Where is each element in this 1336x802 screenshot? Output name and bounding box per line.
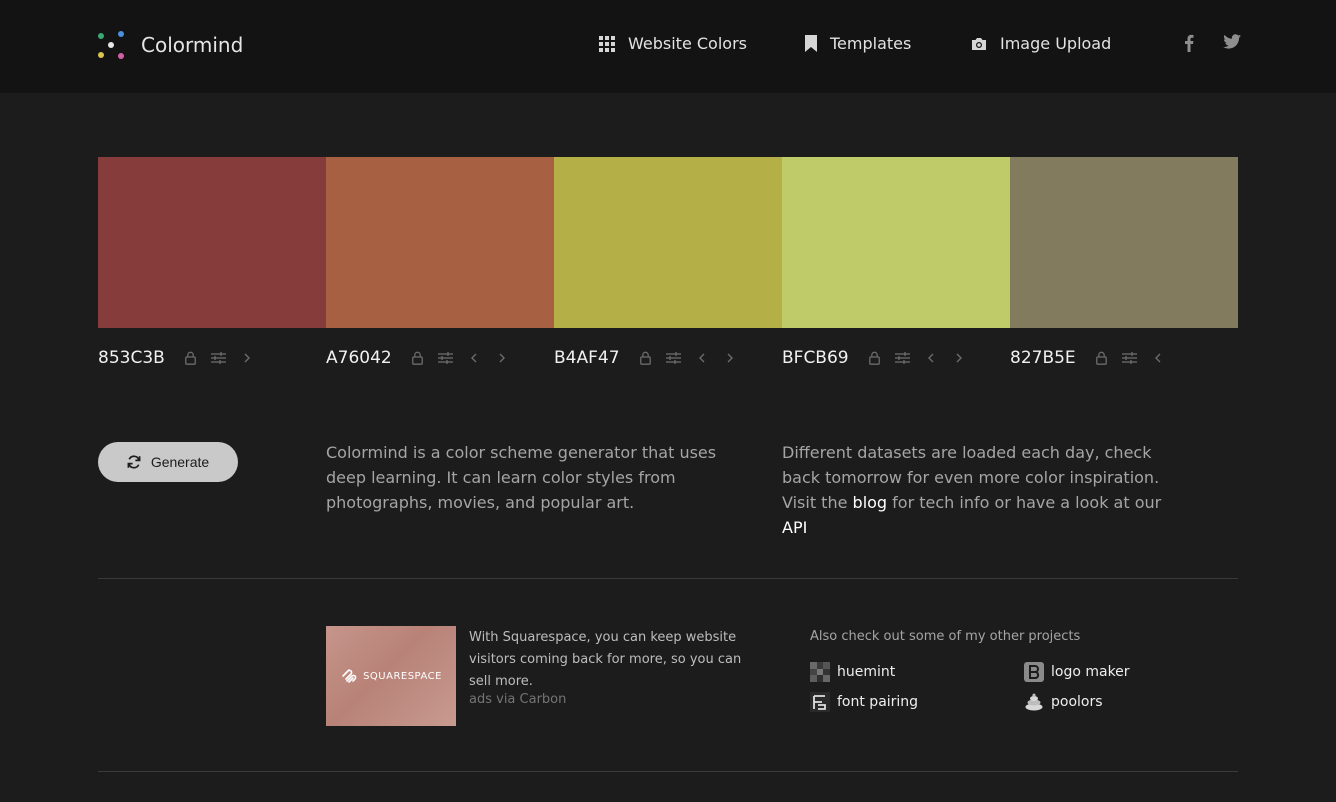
nav-image-upload[interactable]: Image Upload [971,34,1111,53]
color-swatch-3[interactable] [554,157,782,328]
lock-button[interactable] [177,348,205,368]
twitter-link[interactable] [1223,34,1241,54]
chevron-right-icon [956,353,962,363]
nav-templates[interactable]: Templates [805,34,911,53]
lock-icon [869,351,880,365]
color-swatch-2[interactable] [326,157,554,328]
lock-icon [412,351,424,365]
swatch-controls-1: 853C3B [98,345,261,371]
refresh-icon [127,455,141,469]
move-right-button[interactable] [716,348,744,368]
lock-button[interactable] [632,348,660,368]
poolors-icon [1024,692,1044,712]
chevron-right-icon [727,353,733,363]
sliders-icon [211,352,227,364]
lock-button[interactable] [861,348,889,368]
move-right-button[interactable] [488,348,516,368]
project-label: poolors [1051,694,1103,710]
project-label: huemint [837,664,896,680]
adjust-button[interactable] [660,348,688,368]
project-poolors[interactable]: poolors [1024,692,1103,712]
project-label: font pairing [837,694,919,710]
sliders-icon [438,352,454,364]
generate-button[interactable]: Generate [98,442,238,482]
bookmark-icon [805,35,817,52]
top-navigation-bar: Colormind Website Colors Templates Image… [0,0,1336,93]
datasets-text-middle: for tech info or have a look at our [887,493,1162,512]
squarespace-logo-icon [342,669,357,683]
color-swatch-4[interactable] [782,157,1010,328]
swatch-controls-4: BFCB69 [782,345,973,371]
swatch-controls-2: A76042 [326,345,516,371]
other-projects-title: Also check out some of my other projects [810,629,1081,644]
adjust-button[interactable] [889,348,917,368]
brand-logo[interactable]: Colormind [98,31,243,59]
move-right-button[interactable] [233,348,261,368]
nav-label: Templates [830,34,912,53]
adjust-button[interactable] [432,348,460,368]
project-label: logo maker [1051,664,1130,680]
twitter-icon [1223,34,1241,49]
chevron-left-icon [698,353,705,363]
color-swatch-1[interactable] [98,157,326,328]
camera-icon [972,37,986,50]
datasets-description: Different datasets are loaded each day, … [782,440,1182,540]
color-swatch-5[interactable] [1010,157,1238,328]
ad-brand: SQUARESPACE [340,669,442,683]
grid-icon [599,35,615,52]
api-link[interactable]: API [782,518,807,537]
divider [98,578,1238,579]
divider [98,771,1238,772]
ad-brand-text: SQUARESPACE [363,670,442,682]
chevron-left-icon [1154,353,1161,363]
adjust-button[interactable] [205,348,233,368]
hex-value[interactable]: 853C3B [98,348,165,368]
generate-label: Generate [150,454,210,470]
ad-text[interactable]: With Squarespace, you can keep website v… [469,627,749,693]
intro-description: Colormind is a color scheme generator th… [326,443,717,512]
ad-image[interactable]: SQUARESPACE [326,626,456,726]
move-left-button[interactable] [688,348,716,368]
lock-button[interactable] [1088,348,1116,368]
move-right-button[interactable] [945,348,973,368]
huemint-icon [810,662,830,682]
chevron-left-icon [927,353,934,363]
lock-icon [1096,351,1108,365]
sliders-icon [895,352,911,364]
blog-link[interactable]: blog [853,493,888,512]
chevron-right-icon [244,353,250,363]
facebook-link[interactable] [1184,34,1194,56]
move-left-button[interactable] [1144,348,1172,368]
hex-value[interactable]: A76042 [326,348,392,368]
facebook-icon [1185,34,1194,52]
nav-label: Website Colors [628,34,747,53]
logo-maker-icon [1024,662,1044,682]
hex-value[interactable]: 827B5E [1010,348,1076,368]
nav-label: Image Upload [1000,34,1112,53]
brand-name: Colormind [141,33,244,57]
move-left-button[interactable] [917,348,945,368]
hex-value[interactable]: B4AF47 [554,348,620,368]
font-pairing-icon [810,692,830,712]
ads-via-carbon-link[interactable]: ads via Carbon [469,692,566,707]
move-left-button[interactable] [460,348,488,368]
project-font-pairing[interactable]: font pairing [810,692,918,712]
lock-button[interactable] [404,348,432,368]
swatch-controls-5: 827B5E [1010,345,1172,371]
nav-website-colors[interactable]: Website Colors [599,34,747,53]
adjust-button[interactable] [1116,348,1144,368]
project-huemint[interactable]: huemint [810,662,895,682]
swatch-controls-3: B4AF47 [554,345,744,371]
chevron-right-icon [499,353,505,363]
sliders-icon [1122,352,1138,364]
lock-icon [185,351,197,365]
sliders-icon [666,352,682,364]
lock-icon [640,351,651,365]
chevron-left-icon [470,353,477,363]
colormind-logo-icon [98,31,126,59]
project-logo-maker[interactable]: logo maker [1024,662,1130,682]
hex-value[interactable]: BFCB69 [782,348,849,368]
